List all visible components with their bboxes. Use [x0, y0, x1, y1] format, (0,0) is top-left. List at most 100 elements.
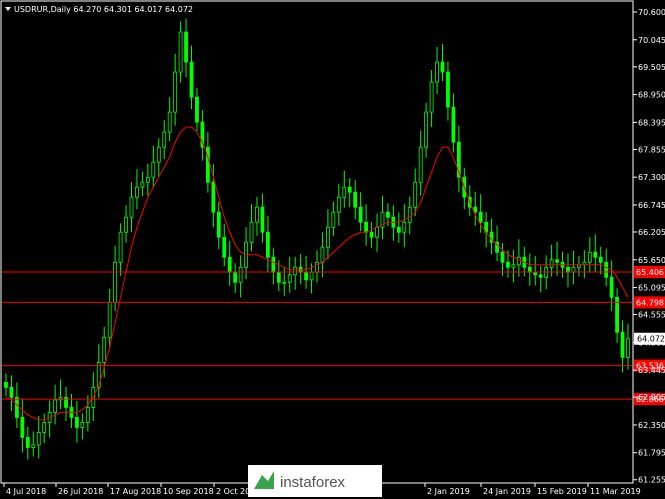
candle-body — [124, 216, 128, 233]
candle-body — [276, 271, 281, 283]
y-tick-label: 67.855 — [638, 145, 665, 154]
x-tick-label: 4 Jul 2018 — [6, 487, 46, 496]
candle-body — [151, 161, 156, 178]
candle-body — [173, 71, 178, 113]
candle-body — [309, 271, 314, 281]
candle-body — [129, 196, 134, 218]
candle-body — [386, 211, 390, 218]
y-tick-label: 67.300 — [638, 173, 665, 182]
candle-body — [36, 432, 41, 446]
candle-body — [20, 417, 25, 438]
candle-body — [516, 256, 521, 266]
candle-body — [358, 206, 363, 223]
current-price-label: 64.072 — [637, 335, 665, 344]
y-tick-label: 62.350 — [638, 421, 665, 430]
candle-body — [113, 261, 118, 303]
y-tick-label: 63.445 — [638, 366, 665, 375]
candle-body — [429, 81, 434, 113]
candle-body — [80, 422, 85, 428]
candle-body — [211, 181, 216, 213]
y-tick-label: 65.095 — [638, 284, 665, 293]
candle-body — [626, 338, 630, 358]
candle-body — [326, 226, 330, 248]
y-tick-label: 64.555 — [638, 311, 665, 320]
candle-body — [156, 146, 161, 163]
candle-body — [216, 211, 221, 238]
candle-body — [42, 422, 47, 433]
candle-body — [336, 196, 341, 213]
candle-body — [500, 251, 505, 263]
candle-body — [189, 61, 194, 98]
candle-body — [369, 231, 374, 238]
x-tick-label: 17 Aug 2018 — [110, 487, 161, 496]
candle-body — [440, 61, 445, 73]
y-tick-label: 68.395 — [638, 118, 665, 127]
candle-body — [435, 61, 439, 83]
candle-body — [620, 331, 625, 358]
candle-body — [9, 387, 14, 398]
candle-body — [402, 221, 407, 233]
candle-body — [598, 256, 603, 263]
y-tick-label: 66.745 — [638, 201, 665, 210]
candle-body — [260, 206, 265, 233]
candle-body — [604, 261, 609, 278]
y-tick-label: 62.905 — [638, 393, 665, 402]
candle-body — [609, 276, 614, 298]
candle-body — [396, 226, 401, 233]
candle-body — [418, 146, 423, 183]
candle-body — [53, 399, 58, 413]
level-price-label: 64.798 — [636, 298, 664, 307]
candle-body — [238, 266, 243, 283]
x-tick-label: 24 Jan 2019 — [483, 487, 531, 496]
candle-body — [478, 211, 483, 223]
candle-body — [31, 444, 36, 448]
y-tick-label: 70.045 — [638, 36, 665, 45]
candle-body — [282, 281, 287, 284]
candle-body — [347, 186, 352, 193]
candle-body — [271, 256, 276, 273]
y-tick-label: 65.650 — [638, 256, 665, 265]
candle-body — [249, 221, 254, 243]
candle-body — [413, 181, 418, 208]
candle-body — [75, 417, 79, 428]
candle-body — [107, 301, 112, 338]
candle-body — [287, 274, 292, 283]
chart-title: USDRUR,Daily 64.270 64.301 64.017 64.072 — [5, 5, 193, 14]
y-tick-label: 66.205 — [638, 228, 665, 237]
candle-body — [364, 221, 369, 233]
candle-body — [227, 256, 232, 273]
candle-body — [342, 186, 347, 198]
price-chart: 65.40664.79863.53662.866 70.60070.04569.… — [0, 0, 665, 499]
candle-body — [506, 261, 510, 268]
instaforex-logo: instaforex — [248, 465, 382, 497]
level-price-label: 65.406 — [636, 268, 664, 277]
y-tick-label: 70.600 — [638, 8, 665, 17]
candle-body — [178, 31, 183, 73]
candle-body — [205, 146, 210, 183]
candle-body — [320, 246, 325, 263]
candle-body — [451, 106, 456, 143]
candle-body — [184, 31, 188, 63]
candle-body — [533, 271, 538, 276]
y-tick-label: 61.795 — [638, 449, 665, 458]
candle-body — [15, 397, 19, 418]
candle-body — [587, 251, 592, 263]
chart-title-text: USDRUR,Daily 64.270 64.301 64.017 64.072 — [14, 5, 193, 14]
y-tick-label: 68.950 — [638, 91, 665, 100]
candle-body — [549, 259, 554, 268]
candle-body — [446, 71, 450, 108]
candle-body — [140, 181, 145, 188]
candle-body — [555, 259, 559, 263]
candle-body — [265, 231, 270, 258]
y-tick-label: 69.505 — [638, 63, 665, 72]
candle-body — [375, 226, 379, 238]
watermark-text: instaforex — [280, 474, 346, 491]
candle-body — [118, 231, 123, 263]
candle-body — [593, 251, 598, 258]
candle-body — [255, 206, 259, 223]
candle-body — [25, 437, 30, 448]
x-tick-label: 26 Jul 2018 — [58, 487, 103, 496]
candle-body — [85, 407, 90, 423]
candle-body — [293, 266, 298, 276]
candle-body — [407, 206, 412, 223]
